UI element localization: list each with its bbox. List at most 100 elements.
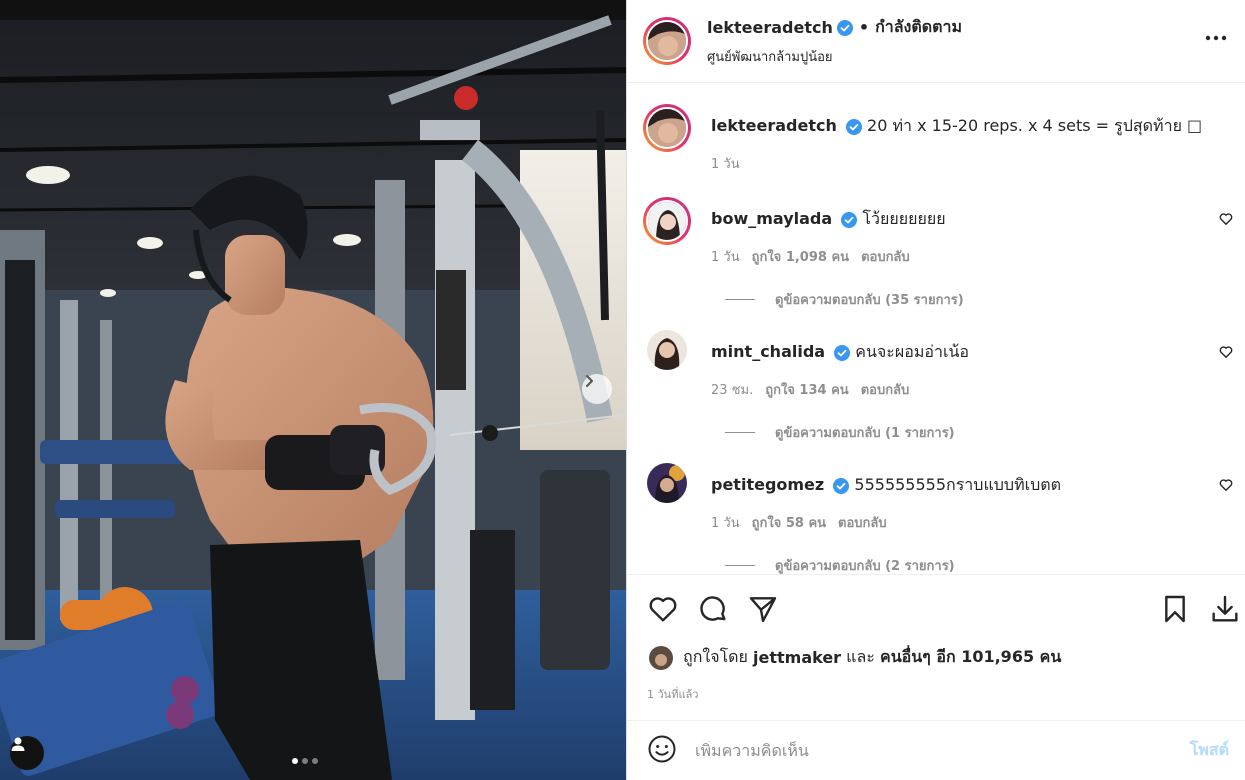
author-avatar[interactable]	[643, 17, 691, 65]
gym-photo-illustration	[0, 0, 626, 780]
caption-meta: 1 วัน	[711, 153, 740, 174]
caption-body: lekteeradetch 20 ท่า x 15-20 reps. x 4 s…	[711, 114, 1203, 139]
caption-username[interactable]: lekteeradetch	[711, 116, 837, 135]
author-avatar-image	[648, 22, 686, 60]
comment-text: โว้ยยยยยยย	[862, 209, 946, 228]
carousel-dot-active	[292, 758, 298, 764]
comments-list: lekteeradetch 20 ท่า x 15-20 reps. x 4 s…	[627, 84, 1245, 574]
comment-username[interactable]: bow_maylada	[711, 209, 832, 228]
share-button[interactable]	[747, 593, 779, 629]
emoji-icon	[648, 735, 676, 762]
replies-divider	[725, 299, 755, 300]
likes-others-count[interactable]: คนอื่นๆ อีก 101,965 คน	[880, 645, 1061, 670]
comment-likes[interactable]: ถูกใจ 134 คน	[765, 379, 848, 400]
likes-prefix: ถูกใจโดย	[683, 647, 748, 666]
comment-button[interactable]	[697, 593, 729, 629]
carousel-indicator	[292, 758, 318, 764]
post-timestamp[interactable]: 1 วันที่แล้ว	[647, 685, 698, 703]
comment-time[interactable]: 23 ชม.	[711, 379, 753, 400]
emoji-button[interactable]	[647, 734, 677, 768]
comment-meta: 23 ชม. ถูกใจ 134 คน ตอบกลับ	[711, 379, 909, 400]
reply-button[interactable]: ตอบกลับ	[861, 246, 910, 267]
author-username[interactable]: lekteeradetch	[707, 18, 833, 37]
comment-meta: 1 วัน ถูกใจ 58 คน ตอบกลับ	[711, 512, 887, 533]
verified-badge-icon	[845, 118, 862, 135]
heart-icon	[649, 597, 677, 622]
caption-avatar-image	[648, 109, 686, 147]
post-actions: ถูกใจโดย jettmaker และ คนอื่นๆ อีก 101,9…	[627, 574, 1245, 720]
bookmark-icon	[1165, 595, 1185, 623]
post-photo[interactable]	[0, 0, 626, 780]
more-icon	[1205, 35, 1227, 41]
next-slide-button[interactable]	[582, 374, 612, 404]
post-location[interactable]: ศูนย์พัฒนากล้ามปูน้อย	[707, 46, 962, 67]
replies-divider	[725, 565, 755, 566]
view-replies-button[interactable]: ดูข้อความตอบกลับ (35 รายการ)	[725, 289, 964, 310]
liker-avatar-image	[649, 645, 673, 670]
replies-divider	[725, 432, 755, 433]
carousel-dot	[302, 758, 308, 764]
save-button[interactable]	[1159, 593, 1191, 629]
comment-avatar-image	[647, 463, 687, 503]
comment-likes[interactable]: ถูกใจ 1,098 คน	[752, 246, 849, 267]
view-replies-label: ดูข้อความตอบกลับ (2 รายการ)	[775, 559, 955, 574]
caption-avatar[interactable]	[643, 104, 691, 152]
like-button[interactable]	[647, 593, 679, 629]
comment-input[interactable]	[695, 741, 1165, 760]
verified-badge-icon	[841, 211, 858, 228]
comment-body: bow_maylada โว้ยยยยยยย	[711, 207, 1203, 232]
liker-avatar[interactable]	[649, 645, 673, 670]
like-comment-button[interactable]	[1219, 344, 1233, 363]
follow-status-button[interactable]: กำลังติดตาม	[875, 15, 962, 40]
header-separator: •	[858, 18, 870, 37]
like-comment-button[interactable]	[1219, 477, 1233, 496]
comment-text: คนจะผอมอ่าเน้อ	[855, 342, 970, 361]
add-comment-bar: โพสต์	[627, 720, 1245, 780]
reply-button[interactable]: ตอบกลับ	[838, 512, 887, 533]
tagged-users-button[interactable]	[10, 736, 44, 770]
download-button[interactable]	[1209, 593, 1241, 629]
reply-button[interactable]: ตอบกลับ	[861, 379, 910, 400]
view-replies-label: ดูข้อความตอบกลับ (1 รายการ)	[775, 426, 955, 441]
post-comment-button[interactable]: โพสต์	[1190, 738, 1229, 763]
post-header: lekteeradetch • กำลังติดตาม ศูนย์พัฒนากล…	[627, 0, 1245, 83]
view-replies-button[interactable]: ดูข้อความตอบกลับ (1 รายการ)	[725, 422, 955, 443]
carousel-dot	[312, 758, 318, 764]
comment-avatar[interactable]	[647, 463, 687, 503]
heart-icon	[1219, 213, 1233, 225]
comment-text: 555555555กราบแบบทิเบตต	[854, 475, 1062, 494]
download-icon	[1212, 595, 1238, 622]
caption-text: 20 ท่า x 15-20 reps. x 4 sets = รูปสุดท้…	[867, 116, 1203, 135]
likes-summary: ถูกใจโดย jettmaker และ คนอื่นๆ อีก 101,9…	[649, 645, 1061, 670]
liker-username[interactable]: jettmaker	[753, 648, 841, 667]
action-icons	[647, 593, 1238, 625]
more-options-button[interactable]	[1205, 26, 1227, 54]
comment-meta: 1 วัน ถูกใจ 1,098 คน ตอบกลับ	[711, 246, 910, 267]
user-icon	[11, 737, 25, 751]
view-replies-label: ดูข้อความตอบกลับ (35 รายการ)	[775, 293, 964, 308]
comment-time[interactable]: 1 วัน	[711, 246, 740, 267]
comment-time[interactable]: 1 วัน	[711, 512, 740, 533]
verified-badge-icon	[836, 19, 853, 36]
comment-body: mint_chalida คนจะผอมอ่าเน้อ	[711, 340, 1203, 365]
comment-avatar[interactable]	[643, 197, 691, 245]
heart-icon	[1219, 346, 1233, 358]
view-replies-button[interactable]: ดูข้อความตอบกลับ (2 รายการ)	[725, 555, 955, 574]
comment-username[interactable]: petitegomez	[711, 475, 824, 494]
comment-username[interactable]: mint_chalida	[711, 342, 825, 361]
post-details-panel: lekteeradetch • กำลังติดตาม ศูนย์พัฒนากล…	[626, 0, 1245, 780]
verified-badge-icon	[833, 477, 850, 494]
comment-avatar[interactable]	[647, 330, 687, 370]
comment-avatar-image	[648, 202, 686, 240]
chevron-right-icon	[586, 375, 593, 387]
comment-body: petitegomez 555555555กราบแบบทิเบตต	[711, 473, 1203, 498]
comment-likes[interactable]: ถูกใจ 58 คน	[752, 512, 826, 533]
verified-badge-icon	[834, 344, 851, 361]
like-comment-button[interactable]	[1219, 211, 1233, 230]
comment-icon	[700, 596, 726, 621]
send-icon	[749, 597, 777, 623]
heart-icon	[1219, 479, 1233, 491]
comment-avatar-image	[647, 330, 687, 370]
caption-time[interactable]: 1 วัน	[711, 153, 740, 174]
likes-and: และ	[846, 647, 875, 666]
